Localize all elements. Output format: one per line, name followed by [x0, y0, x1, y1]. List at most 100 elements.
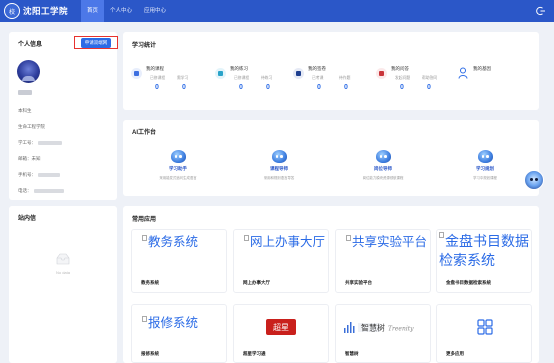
school-name: 沈阳工学院 [23, 7, 69, 17]
app-image-alt: 金盘书目数据检索系统 [439, 233, 529, 268]
ai-item-desc: 学习中规划课程 [473, 176, 497, 180]
app-image-placeholder: 共享实验平台 [346, 235, 427, 250]
top-nav-bar: 校 沈阳工学院 首页 个人中心 应用中心 [0, 0, 554, 22]
phone-row: 手机号： [18, 172, 60, 178]
logout-icon[interactable] [536, 6, 546, 16]
ai-study-plan[interactable]: 学习规划 学习中规划课程 [447, 150, 523, 180]
stat-sub-label: 需学习 [177, 76, 189, 80]
student-college: 生命工程学院 [18, 124, 45, 129]
profile-title: 个人信息 [18, 42, 43, 48]
nav-personal-center[interactable]: 个人中心 [104, 0, 138, 22]
stat-value: 0 [266, 84, 270, 91]
app-image-alt: 报修系统 [148, 316, 199, 330]
qa-icon [376, 68, 387, 79]
robot-icon [271, 150, 287, 163]
stat-name: 我的签卷 [308, 66, 326, 71]
broken-image-icon [346, 235, 351, 241]
student-level: 本科生 [18, 108, 32, 113]
broken-image-icon [439, 232, 444, 238]
app-label[interactable]: 报修系统 [141, 351, 159, 357]
ai-item-name: 学习规划 [476, 166, 494, 171]
student-id-redacted [38, 140, 62, 145]
floating-robot-icon[interactable] [524, 170, 544, 190]
stat-value: 0 [317, 84, 321, 91]
zhihuishu-logo-icon: 智慧树 Treenity [344, 322, 414, 333]
ai-item-desc: 采用能发式追问生成语言 [159, 176, 197, 180]
stat-sub-label: 已考课 [312, 76, 324, 80]
empty-state-text: No data [55, 270, 70, 275]
ai-title: AI工作台 [132, 130, 157, 136]
ai-item-name: 课程导师 [270, 166, 288, 171]
app-label[interactable]: 共享实验平台 [345, 280, 372, 286]
stat-sub-label: 已修课程 [234, 76, 250, 80]
app-label[interactable]: 超星学习通 [243, 351, 266, 357]
stat-value: 0 [427, 84, 431, 91]
ai-course-tutor[interactable]: 课程导师 采用和规则语言导答 [241, 150, 317, 180]
practice-icon [215, 68, 226, 79]
stat-sub-label: 已修课程 [150, 76, 166, 80]
stat-name: 我的基因 [473, 66, 491, 71]
stat-value: 0 [239, 84, 243, 91]
stat-sub-label: 发起问题 [395, 76, 411, 80]
phone-label: 手机号： [18, 172, 36, 177]
stat-name: 我的练习 [230, 66, 248, 71]
tel-label: 电话： [18, 188, 32, 193]
stat-value: 0 [344, 84, 348, 91]
app-image-placeholder: 金盘书目数据检索系统 [439, 232, 531, 270]
school-seal-icon: 校 [4, 3, 20, 19]
ai-study-assistant[interactable]: 学习助手 采用能发式追问生成语言 [140, 150, 216, 180]
exam-icon [293, 68, 304, 79]
grid-apps-icon [477, 319, 493, 335]
main-nav: 首页 个人中心 应用中心 [81, 0, 172, 22]
nav-home[interactable]: 首页 [81, 0, 105, 22]
tel-row: 电话： [18, 188, 64, 194]
common-apps-panel: 常用应用 教务系统 网上办事大厅 共享实验平台 金盘书目数据检索系统 教务系统 … [123, 206, 539, 363]
ai-item-desc: 采用和规则语言导答 [263, 176, 295, 180]
apply-button[interactable]: 申请双端网 [80, 37, 112, 48]
app-label[interactable]: 教务系统 [141, 280, 159, 286]
stat-value: 0 [155, 84, 159, 91]
app-image-placeholder: 报修系统 [142, 316, 198, 331]
app-image-alt: 教务系统 [148, 235, 199, 249]
app-image-alt: 网上办事大厅 [250, 235, 326, 249]
svg-text:智慧树: 智慧树 [361, 323, 385, 333]
stat-name: 我的课程 [146, 66, 164, 71]
stat-sub-label: 待练习 [261, 76, 273, 80]
ai-item-name: 学习助手 [169, 166, 187, 171]
profile-panel: 个人信息 申请双端网 本科生 生命工程学院 学工号： 邮箱：未知 手机号： 电话… [9, 32, 118, 200]
stat-value: 0 [400, 84, 404, 91]
school-logo[interactable]: 校 沈阳工学院 [4, 3, 68, 19]
stat-name: 我的问答 [391, 66, 409, 71]
tel-redacted [33, 188, 64, 193]
apps-title: 常用应用 [132, 217, 157, 223]
app-image-placeholder: 教务系统 [142, 235, 198, 250]
learning-stats-panel: 学习统计 我的课程 已修课程 需学习 0 0 我的练习 已修课程 待练习 0 0… [123, 32, 539, 110]
broken-image-icon [142, 316, 147, 322]
app-label[interactable]: 更多应用 [446, 351, 464, 357]
phone-redacted [38, 172, 60, 177]
email-value: 未知 [31, 156, 41, 161]
mailbox-panel: 站内信 No data [9, 206, 117, 363]
svg-text:Treenity: Treenity [388, 326, 414, 333]
email-label: 邮箱： [18, 156, 32, 161]
app-label[interactable]: 智慧树 [345, 351, 359, 357]
app-image-placeholder: 网上办事大厅 [244, 235, 325, 250]
robot-icon [170, 150, 186, 163]
apply-highlight-box: 申请双端网 [74, 36, 118, 49]
ai-item-name: 岗位导师 [374, 166, 392, 171]
ai-job-tutor[interactable]: 岗位导师 岗位能力模块资源领航课程 [345, 150, 421, 180]
app-label[interactable]: 金盘书目数据检索系统 [446, 280, 491, 286]
stat-value: 0 [182, 84, 186, 91]
stats-title: 学习统计 [132, 43, 157, 49]
student-id-label: 学工号： [18, 140, 36, 145]
user-name-redacted [18, 90, 32, 95]
student-id-row: 学工号： [18, 140, 62, 146]
email-row: 邮箱：未知 [18, 156, 41, 162]
robot-icon [375, 150, 391, 163]
nav-app-center[interactable]: 应用中心 [138, 0, 172, 22]
stat-sub-label: 待作题 [339, 76, 351, 80]
stat-sub-label: 帮助答同 [422, 76, 438, 80]
app-label[interactable]: 网上办事大厅 [243, 280, 270, 286]
broken-image-icon [244, 235, 249, 241]
empty-inbox-icon [56, 253, 70, 265]
